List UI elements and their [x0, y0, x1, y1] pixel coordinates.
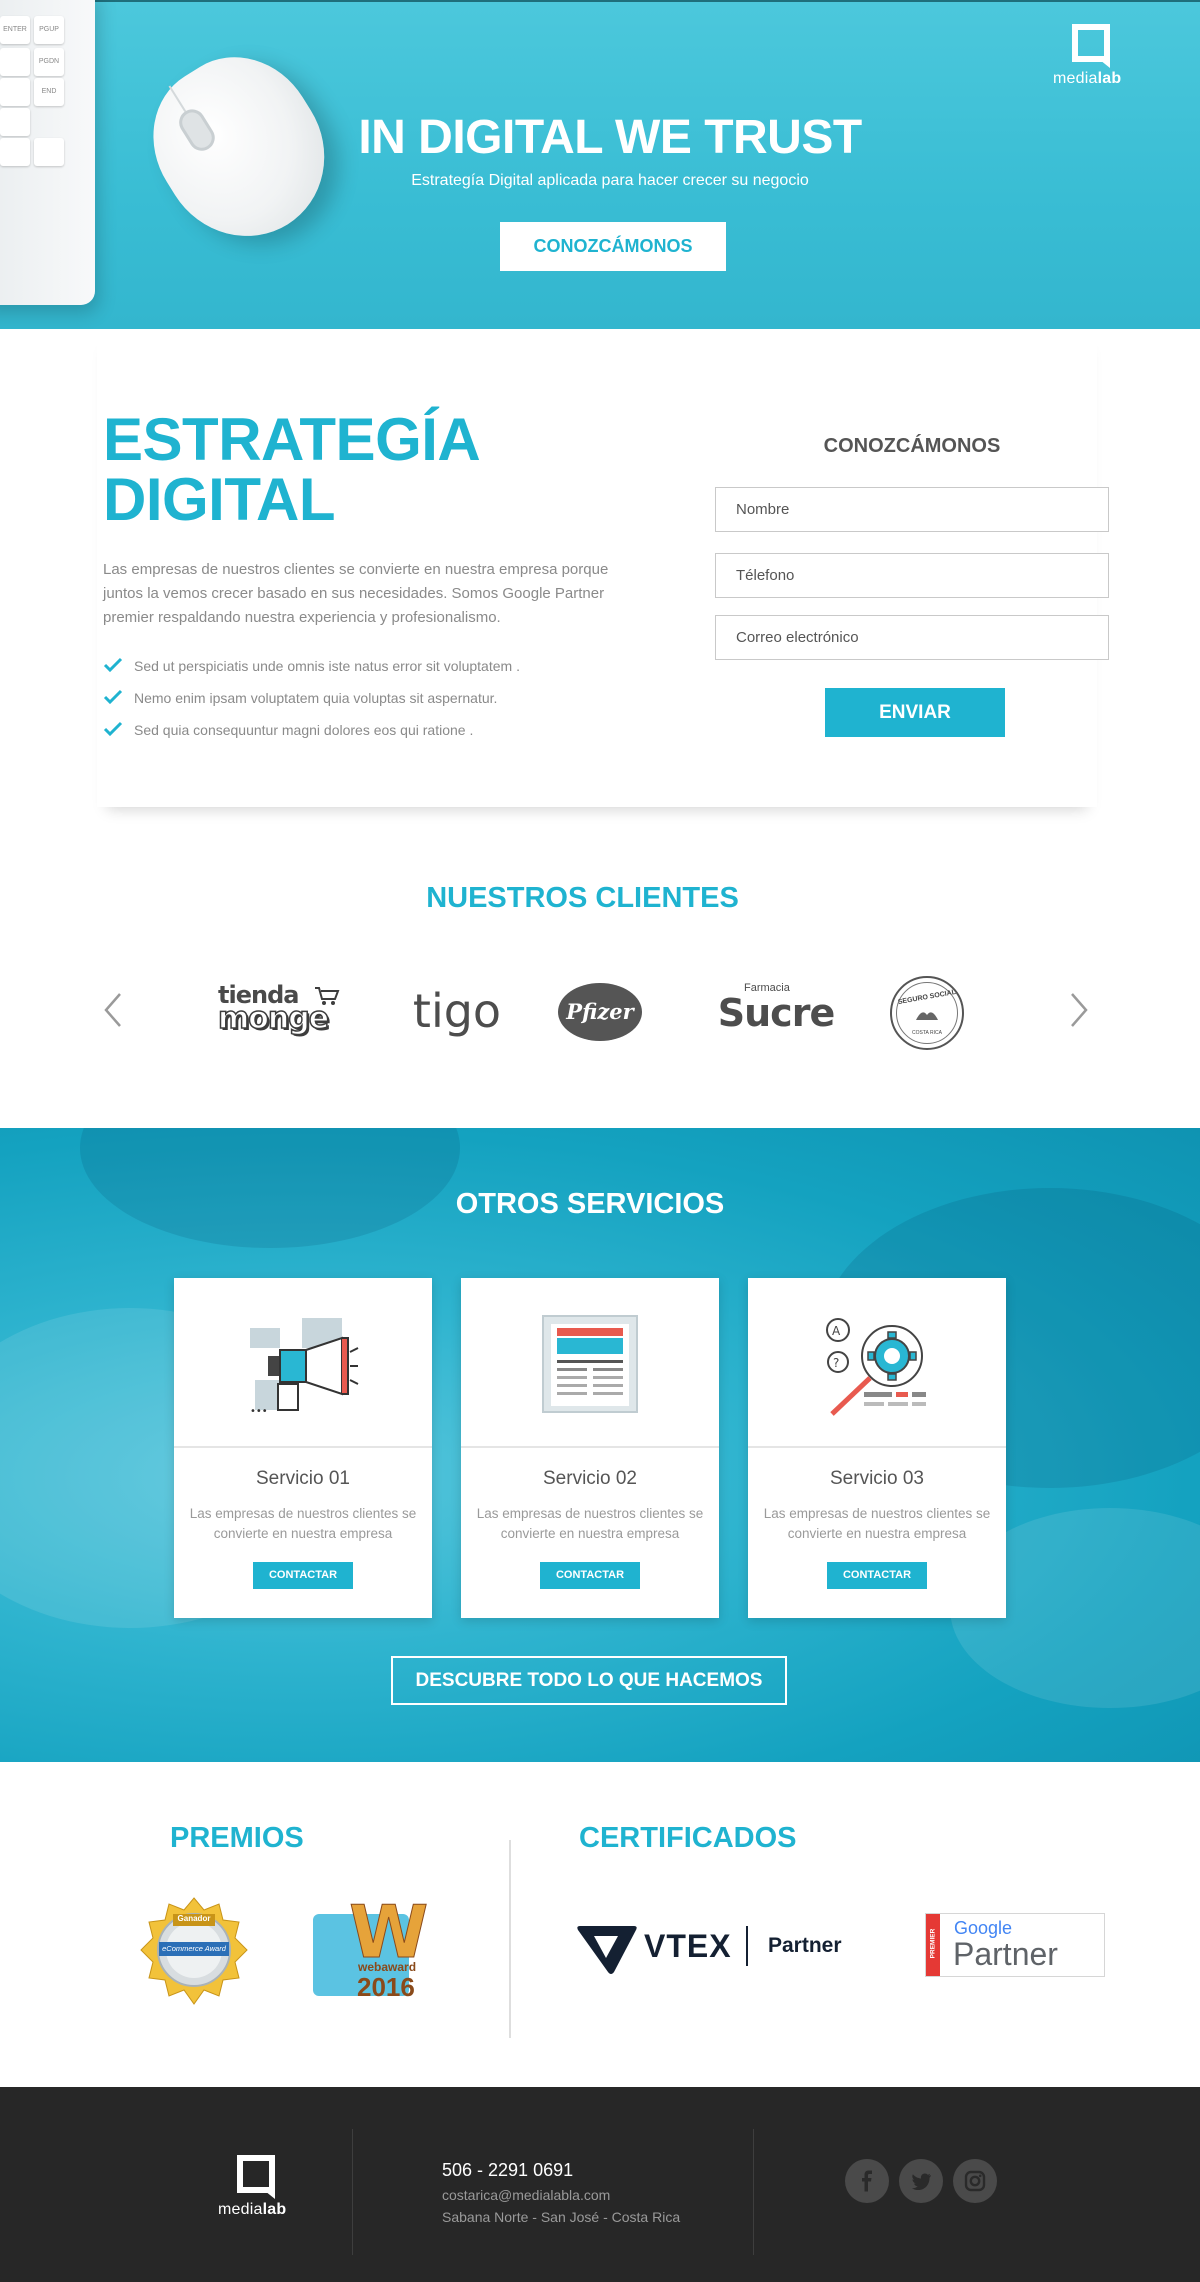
service-description: Las empresas de nuestros clientes se con…	[476, 1506, 704, 1541]
phone-field[interactable]	[715, 553, 1109, 598]
strategy-title-line1: ESTRATEGÍA	[103, 406, 481, 473]
service-name: Servicio 03	[830, 1468, 924, 1489]
clients-title: NUESTROS CLIENTES	[426, 882, 739, 914]
client-logo-pfizer: Pfizer	[558, 983, 642, 1041]
service-description: Las empresas de nuestros clientes se con…	[763, 1506, 991, 1541]
service-name: Servicio 01	[256, 1468, 350, 1489]
twitter-icon[interactable]	[899, 2159, 943, 2203]
strategy-title: ESTRATEGÍA DIGITAL	[103, 406, 481, 533]
checklist-text: Sed ut perspiciatis unde omnis iste natu…	[134, 658, 520, 674]
carousel-prev-icon[interactable]	[100, 990, 124, 1030]
seal-emblem-icon	[916, 1012, 938, 1020]
service-illustration: •••	[174, 1278, 432, 1448]
service-card: A ? Servicio 03 Las empresas de nuestros…	[748, 1278, 1006, 1618]
keyboard-key	[0, 78, 30, 106]
instagram-icon[interactable]	[953, 2159, 997, 2203]
hero-subtitle: Estrategía Digital aplicada para hacer c…	[411, 172, 809, 189]
header-logo[interactable]: medialab	[1052, 24, 1132, 94]
submit-button[interactable]: ENVIAR	[825, 688, 1005, 737]
keyboard-key: END	[34, 78, 64, 106]
contact-button[interactable]: CONTACTAR	[253, 1562, 353, 1589]
vtex-partner-logo: VTEX Partner	[576, 1918, 856, 1978]
services-title: OTROS SERVICIOS	[455, 1188, 725, 1220]
logo-text: medialab	[1053, 70, 1122, 87]
client-logo-tiendamonge: tienda monge	[217, 983, 340, 1040]
service-illustration	[461, 1278, 719, 1448]
hero-banner: ENTER PGUP PGDN END medialab IN DIGITAL …	[0, 0, 1200, 329]
services-section: OTROS SERVICIOS ••• Servicio 01 Las empr…	[0, 1128, 1200, 1762]
footer-email[interactable]: costarica@medialabla.com	[442, 2187, 610, 2203]
certificates-title: CERTIFICADOS	[579, 1822, 797, 1854]
service-illustration: A ?	[748, 1278, 1006, 1448]
footer-divider	[352, 2129, 353, 2255]
discover-all-button[interactable]: DESCUBRE TODO LO QUE HACEMOS	[391, 1656, 787, 1705]
megaphone-icon: •••	[250, 1318, 359, 1417]
awards-title: PREMIOS	[170, 1822, 304, 1854]
service-card: ••• Servicio 01 Las empresas de nuestros…	[174, 1278, 432, 1618]
service-name: Servicio 02	[543, 1468, 637, 1489]
ecommerce-award-badge: Ganador eCommerce Award	[139, 1896, 249, 2008]
keyboard-key: ENTER	[0, 16, 30, 44]
logo-mark-icon	[1072, 24, 1110, 68]
keyboard-key: PGDN	[34, 48, 64, 76]
facebook-icon[interactable]	[845, 2159, 889, 2203]
google-partner-badge: PREMIER Google Partner	[925, 1913, 1105, 1977]
client-logo-seguro-social: SEGURO SOCIAL COSTA RICA	[890, 976, 964, 1050]
checklist-item: Sed quia consequuntur magni dolores eos …	[103, 719, 520, 751]
vtex-mark-icon	[577, 1926, 637, 1974]
webaward-logo: W webaward 2016	[313, 1892, 429, 2002]
carousel-next-icon[interactable]	[1068, 990, 1092, 1030]
check-icon	[103, 721, 123, 737]
contact-button[interactable]: CONTACTAR	[540, 1562, 640, 1589]
footer-divider	[753, 2129, 754, 2255]
logo-mark-icon	[237, 2155, 275, 2199]
footer-phone[interactable]: 506 - 2291 0691	[442, 2160, 573, 2181]
newspaper-icon	[542, 1315, 638, 1413]
cart-icon	[315, 987, 340, 1005]
svg-text:?: ?	[833, 1356, 839, 1370]
check-icon	[103, 689, 123, 705]
strategy-paragraph: Las empresas de nuestros clientes se con…	[103, 561, 609, 626]
checklist-item: Nemo enim ipsam voluptatem quia voluptas…	[103, 687, 520, 719]
section-divider	[509, 1840, 511, 2038]
footer: medialab 506 - 2291 0691 costarica@media…	[0, 2087, 1200, 2282]
logo-text: medialab	[218, 2201, 287, 2218]
svg-text:A: A	[832, 1324, 841, 1338]
hero-cta-button[interactable]: CONOZCÁMONOS	[500, 222, 726, 271]
strategy-checklist: Sed ut perspiciatis unde omnis iste natu…	[103, 655, 520, 751]
footer-logo[interactable]: medialab	[217, 2155, 297, 2225]
email-field[interactable]	[715, 615, 1109, 660]
analytics-gear-icon: A ?	[826, 1318, 926, 1416]
client-logo-sucre: Farmacia Sucre	[717, 982, 835, 1035]
service-card: Servicio 02 Las empresas de nuestros cli…	[461, 1278, 719, 1618]
name-field[interactable]	[715, 487, 1109, 532]
strategy-title-line2: DIGITAL	[103, 466, 336, 533]
footer-address: Sabana Norte - San José - Costa Rica	[442, 2209, 681, 2225]
client-logo-tigo: tigo	[412, 984, 502, 1038]
top-border	[0, 0, 1200, 2]
service-description: Las empresas de nuestros clientes se con…	[189, 1506, 417, 1541]
keyboard-key	[0, 48, 30, 76]
checklist-text: Sed quia consequuntur magni dolores eos …	[134, 722, 474, 738]
hero-title: IN DIGITAL WE TRUST	[358, 111, 862, 164]
contact-form-title: CONOZCÁMONOS	[823, 435, 1001, 457]
checklist-text: Nemo enim ipsam voluptatem quia voluptas…	[134, 690, 498, 706]
keyboard-key: PGUP	[34, 16, 64, 44]
checklist-item: Sed ut perspiciatis unde omnis iste natu…	[103, 655, 520, 687]
check-icon	[103, 657, 123, 673]
svg-text:•••: •••	[250, 1406, 268, 1417]
contact-button[interactable]: CONTACTAR	[827, 1562, 927, 1589]
